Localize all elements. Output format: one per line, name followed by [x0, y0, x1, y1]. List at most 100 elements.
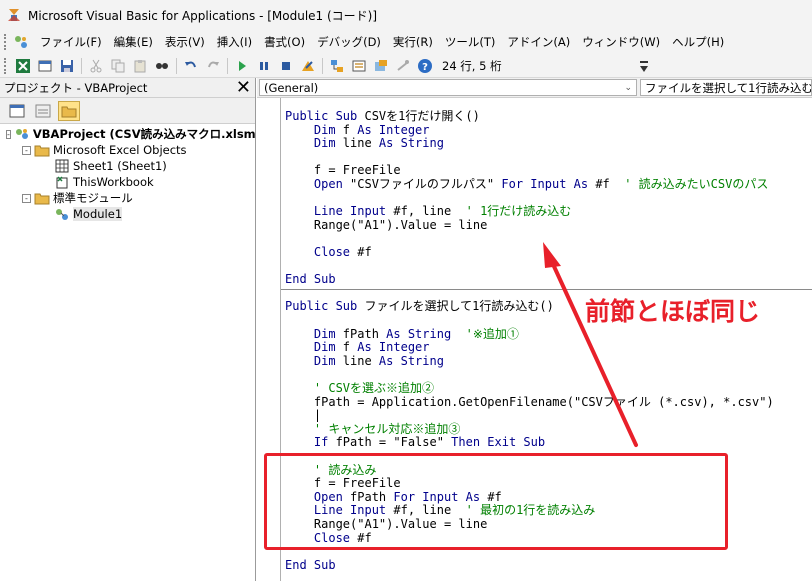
save-icon[interactable]: [56, 56, 78, 76]
redo-icon[interactable]: [202, 56, 224, 76]
code-line[interactable]: End Sub: [285, 273, 336, 286]
menu-window[interactable]: ウィンドウ(W): [576, 34, 666, 50]
reset-icon[interactable]: [275, 56, 297, 76]
code-line[interactable]: Dim line As String: [285, 354, 444, 368]
project-explorer-title: プロジェクト - VBAProject: [4, 80, 148, 95]
menu-insert[interactable]: 挿入(I): [211, 34, 258, 50]
code-keyword: Dim: [285, 122, 343, 137]
highlight-box: [264, 453, 728, 550]
copy-icon[interactable]: [107, 56, 129, 76]
code-line[interactable]: ' CSVを選ぶ※追加②: [285, 382, 434, 395]
tree-item-standard-modules[interactable]: - 標準モジュール: [0, 190, 255, 206]
code-line[interactable]: Close #f: [285, 246, 372, 259]
code-keyword: As String: [386, 326, 466, 341]
code-line[interactable]: Public Sub ファイルを選択して1行読み込む(): [285, 300, 554, 313]
code-line[interactable]: Dim f As Integer: [285, 341, 430, 354]
collapse-toggle-icon[interactable]: -: [22, 145, 31, 155]
code-line[interactable]: Dim f As Integer: [285, 122, 430, 137]
code-line[interactable]: fPath = Application.GetOpenFilename("CSV…: [285, 395, 774, 409]
toolbox-icon[interactable]: [392, 56, 414, 76]
code-line[interactable]: f = FreeFile: [285, 164, 401, 177]
tree-item-thisworkbook[interactable]: ThisWorkbook: [0, 174, 255, 190]
project-explorer-header: プロジェクト - VBAProject ✕: [0, 78, 255, 98]
collapse-toggle-icon[interactable]: -: [22, 193, 31, 203]
module-icon: [54, 207, 70, 221]
code-line[interactable]: Public Sub CSVを1行だけ開く(): [285, 110, 480, 123]
project-explorer-toolbar: [0, 98, 255, 124]
tree-item-module1[interactable]: Module1: [0, 206, 255, 222]
collapse-toggle-icon[interactable]: -: [6, 129, 11, 139]
code-line[interactable]: End Sub: [285, 557, 336, 572]
undo-icon[interactable]: [180, 56, 202, 76]
code-keyword: Then Exit Sub: [451, 435, 546, 450]
find-icon[interactable]: [151, 56, 173, 76]
break-icon[interactable]: [253, 56, 275, 76]
folder-icon: [34, 143, 50, 157]
toolbar-grip[interactable]: [4, 57, 8, 74]
code-keyword: End Sub: [285, 557, 336, 572]
code-text: line: [342, 136, 379, 151]
menu-run[interactable]: 実行(R): [387, 34, 439, 50]
menu-view[interactable]: 表示(V): [159, 34, 211, 50]
project-explorer: プロジェクト - VBAProject ✕ - VBAProject (CSV読…: [0, 78, 256, 581]
tree-item-sheet1[interactable]: Sheet1 (Sheet1): [0, 158, 255, 174]
insert-module-icon[interactable]: [34, 56, 56, 76]
tree-label: ThisWorkbook: [73, 175, 154, 189]
code-keyword: If: [285, 435, 336, 450]
tree-label: VBAProject (CSV読み込みマクロ.xlsm: [32, 127, 256, 141]
properties-icon[interactable]: [348, 56, 370, 76]
menubar-grip[interactable]: [4, 34, 8, 50]
menu-help[interactable]: ヘルプ(H): [666, 34, 730, 50]
code-keyword: Open: [285, 177, 351, 191]
code-keyword: Dim: [285, 136, 343, 151]
code-text: #f: [595, 177, 625, 191]
menu-edit[interactable]: 編集(E): [108, 34, 159, 50]
menu-debug[interactable]: デバッグ(D): [311, 34, 387, 50]
code-keyword: Dim: [285, 340, 343, 355]
svg-text:?: ?: [422, 62, 428, 73]
window-title: Microsoft Visual Basic for Applications …: [28, 8, 378, 23]
toggle-folders-icon[interactable]: [58, 100, 80, 121]
view-code-icon[interactable]: [6, 101, 28, 121]
code-line[interactable]: Line Input #f, line ' 1行だけ読み込む: [285, 205, 571, 218]
object-combo-value: (General): [264, 80, 319, 95]
toolbar-overflow-icon[interactable]: [637, 56, 651, 78]
code-line[interactable]: |: [285, 409, 321, 422]
tree-item-vbaproject[interactable]: - VBAProject (CSV読み込みマクロ.xlsm: [0, 126, 256, 142]
code-keyword: Line Input: [285, 204, 394, 219]
project-explorer-icon[interactable]: [326, 56, 348, 76]
menu-tools[interactable]: ツール(T): [439, 34, 502, 50]
paste-icon[interactable]: [129, 56, 151, 76]
object-combo[interactable]: (General) ⌄: [259, 79, 637, 96]
code-line[interactable]: ' キャンセル対応※追加③: [285, 422, 460, 436]
excel-icon[interactable]: [12, 56, 34, 76]
code-comment: ' 1行だけ読み込む: [465, 204, 572, 219]
workbook-icon: [54, 175, 70, 189]
design-mode-icon[interactable]: [297, 56, 319, 76]
title-bar: Microsoft Visual Basic for Applications …: [0, 0, 812, 30]
tree-item-excel-objects[interactable]: - Microsoft Excel Objects: [0, 142, 255, 158]
tree-label: 標準モジュール: [53, 191, 133, 205]
vba-menu-icon[interactable]: [12, 33, 30, 51]
code-keyword: Dim: [285, 326, 343, 341]
code-line[interactable]: If fPath = "False" Then Exit Sub: [285, 436, 545, 449]
menu-file[interactable]: ファイル(F): [34, 34, 108, 50]
code-line[interactable]: Dim fPath As String '※追加①: [285, 326, 519, 341]
code-line[interactable]: Dim line As String: [285, 137, 444, 150]
code-comment: ' CSVを選ぶ※追加②: [285, 381, 435, 395]
procedure-combo[interactable]: ファイルを選択して1行読み込む: [640, 79, 812, 96]
run-icon[interactable]: [231, 56, 253, 76]
folder-icon: [34, 191, 50, 205]
toolbar-separator: [227, 57, 228, 74]
close-icon[interactable]: ✕: [236, 78, 251, 97]
code-window-header: (General) ⌄ ファイルを選択して1行読み込む: [257, 78, 812, 98]
chevron-down-icon[interactable]: ⌄: [624, 83, 632, 93]
code-line[interactable]: Open "CSVファイルのフルパス" For Input As #f ' 読み…: [285, 178, 768, 191]
menu-format[interactable]: 書式(O): [258, 34, 311, 50]
help-icon[interactable]: ?: [414, 56, 436, 76]
object-browser-icon[interactable]: [370, 56, 392, 76]
view-object-icon[interactable]: [32, 101, 54, 121]
code-line[interactable]: Range("A1").Value = line: [285, 218, 487, 232]
cut-icon[interactable]: [85, 56, 107, 76]
menu-addins[interactable]: アドイン(A): [501, 34, 576, 50]
